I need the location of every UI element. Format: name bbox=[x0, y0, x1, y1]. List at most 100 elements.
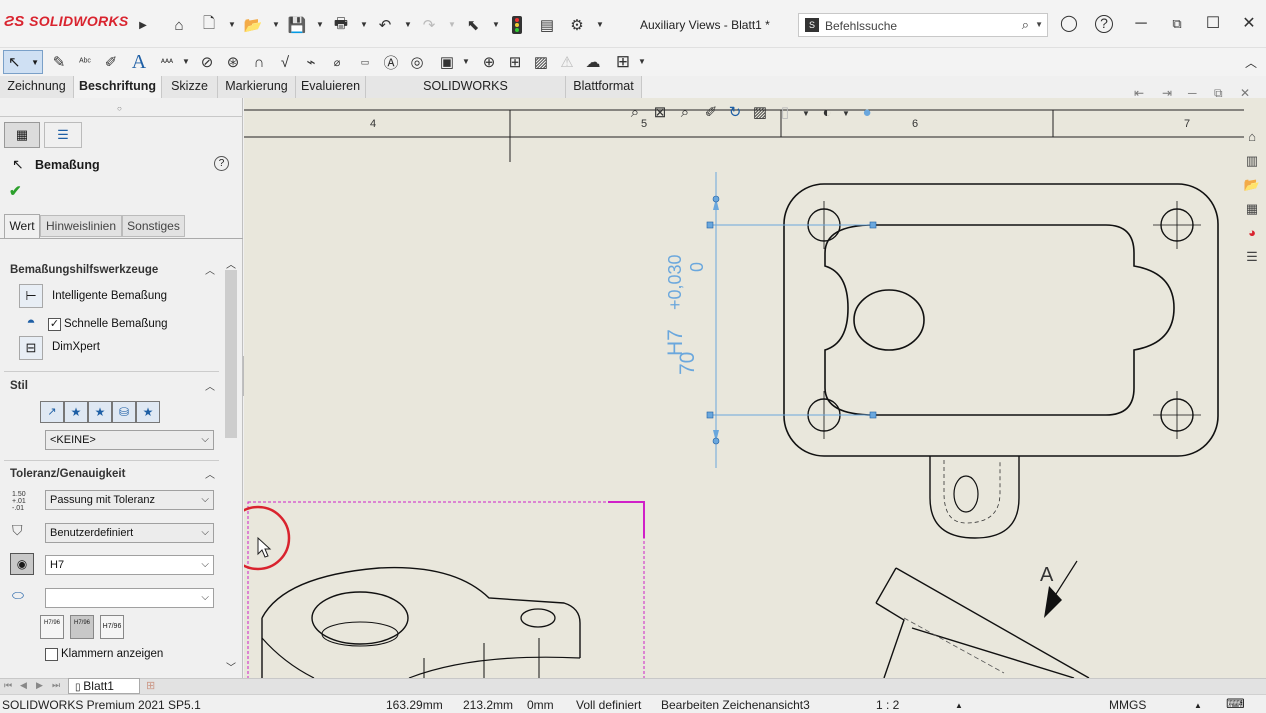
chevron-down-icon[interactable]: ▼ bbox=[1035, 20, 1043, 29]
stacked-fit-format-icon[interactable]: H7/96 bbox=[40, 615, 64, 639]
feature-tree-tab-icon[interactable]: ☰ bbox=[44, 122, 82, 148]
new-document-icon[interactable]: 🗋 bbox=[198, 14, 220, 36]
weld-symbol-icon[interactable]: ⌁ bbox=[300, 51, 322, 73]
datum-target-icon[interactable]: ◎ bbox=[406, 51, 428, 73]
chevron-down-icon[interactable]: ▼ bbox=[448, 20, 456, 29]
drawing-canvas[interactable]: 4 5 6 7 70 H7 +0,030 0 A ⌕ ⊠ ⌕ ✐ ↻ ▨ ▯ ▼… bbox=[244, 86, 1266, 678]
quick-dimension-checkbox[interactable]: ✓ bbox=[48, 318, 61, 331]
dimxpert-icon[interactable]: ⊟ bbox=[19, 336, 43, 360]
scroll-down-arrow-icon[interactable]: ﹀ bbox=[226, 659, 236, 674]
rotate-icon[interactable]: ↻ bbox=[724, 101, 746, 123]
dimension-tolerance[interactable]: +0,030 0 bbox=[664, 254, 708, 310]
model-items-icon[interactable]: ✎ bbox=[48, 51, 70, 73]
subtab-hinweislinien[interactable]: Hinweislinien bbox=[40, 215, 122, 237]
collapse-ribbon-icon[interactable]: ︿ bbox=[1240, 51, 1262, 73]
file-properties-icon[interactable]: ▤ bbox=[536, 14, 558, 36]
minimize-icon[interactable]: ─ bbox=[1188, 86, 1197, 100]
chevron-up-icon[interactable]: ▲ bbox=[1194, 701, 1202, 710]
tab-skizze[interactable]: Skizze bbox=[162, 76, 218, 98]
redo-icon[interactable]: ↷ bbox=[418, 14, 440, 36]
view-palette-icon[interactable]: ▦ bbox=[1241, 198, 1263, 220]
subtab-sonstiges[interactable]: Sonstiges bbox=[122, 215, 185, 237]
rebuild-traffic-light-icon[interactable] bbox=[506, 14, 528, 36]
revision-symbol-icon[interactable]: ⚠ bbox=[556, 51, 578, 73]
ok-checkmark-icon[interactable]: ✔ bbox=[9, 182, 22, 200]
chevron-down-icon[interactable]: ▼ bbox=[404, 20, 412, 29]
command-search-box[interactable]: S Befehlssuche ⌕ ▼ bbox=[798, 13, 1048, 37]
dimension-fit-text[interactable]: H7 bbox=[664, 329, 688, 356]
first-sheet-icon[interactable]: ⏮ bbox=[4, 680, 12, 691]
tolerance-type-select[interactable]: Passung mit Toleranz ⌵ bbox=[45, 490, 214, 510]
rebuild-status-icon[interactable]: ⌨ bbox=[1226, 696, 1245, 712]
style-select[interactable]: <KEINE> ⌵ bbox=[45, 430, 214, 450]
chevron-down-icon[interactable]: ▼ bbox=[31, 58, 39, 67]
linear-fit-format-icon[interactable]: H7/96 bbox=[100, 615, 124, 639]
auto-balloon-icon[interactable]: ⊛ bbox=[222, 51, 244, 73]
chevron-down-icon[interactable]: ▼ bbox=[228, 20, 236, 29]
resources-home-icon[interactable]: ⌂ bbox=[1241, 126, 1263, 148]
design-library-icon[interactable]: ▥ bbox=[1241, 150, 1263, 172]
close-icon[interactable]: ✕ bbox=[1239, 14, 1259, 34]
tile-windows-icon[interactable]: ⧉ bbox=[1167, 14, 1187, 34]
scrollbar-thumb[interactable] bbox=[225, 270, 237, 438]
revision-cloud-icon[interactable]: ☁ bbox=[582, 51, 604, 73]
show-brackets-checkbox[interactable] bbox=[45, 648, 58, 661]
chevron-up-icon[interactable]: ▲ bbox=[955, 701, 963, 710]
restore-icon[interactable]: ⧉ bbox=[1214, 86, 1223, 101]
scene-icon[interactable]: ● bbox=[856, 101, 878, 123]
smart-dimension-label[interactable]: Intelligente Bemaßung bbox=[52, 290, 167, 302]
sheet-scale[interactable]: 1 : 2 bbox=[876, 698, 899, 712]
spell-check-icon[interactable]: ᴬᵇᶜ bbox=[74, 51, 96, 73]
close-icon[interactable]: ✕ bbox=[1240, 86, 1250, 100]
appearances-icon[interactable]: ◕ bbox=[1241, 222, 1263, 244]
smart-dimension-button[interactable]: ↖ ▼ bbox=[3, 50, 43, 74]
edit-appearance-icon[interactable]: ◐ bbox=[816, 101, 838, 123]
tab-evaluieren[interactable]: Evaluieren bbox=[296, 76, 366, 98]
add-sheet-icon[interactable]: ⊞ bbox=[146, 679, 155, 692]
chevron-down-icon[interactable]: ▼ bbox=[492, 20, 500, 29]
delete-style-icon[interactable]: ★ bbox=[88, 401, 112, 423]
subtab-wert[interactable]: Wert bbox=[4, 214, 40, 238]
next-sheet-icon[interactable]: ▶ bbox=[36, 680, 43, 691]
property-manager-tab-icon[interactable]: ▦ bbox=[4, 122, 40, 148]
collapse-chevron-icon[interactable]: ︿ bbox=[205, 378, 215, 393]
chevron-down-icon[interactable]: ▼ bbox=[596, 20, 604, 29]
view-orientation-icon[interactable]: ✐ bbox=[700, 101, 722, 123]
expand-arrow-icon[interactable]: ▶ bbox=[132, 14, 154, 36]
zoom-to-fit-icon[interactable]: ⌕ bbox=[624, 101, 646, 123]
surface-finish-icon[interactable]: √ bbox=[274, 51, 296, 73]
hole-fit-select[interactable]: H7 ⌵ bbox=[45, 555, 214, 575]
next-window-icon[interactable]: ⇥ bbox=[1162, 86, 1172, 100]
zoom-area-icon[interactable]: ⊠ bbox=[649, 101, 671, 123]
tab-solidworks-addins[interactable]: SOLIDWORKS Zusatzanwendungen bbox=[366, 76, 566, 114]
format-painter-icon[interactable]: ✐ bbox=[100, 51, 122, 73]
table-icon[interactable]: ⊞ bbox=[612, 51, 634, 73]
print-icon[interactable]: 🖶 bbox=[330, 14, 352, 36]
blocks-icon[interactable]: ▣ bbox=[436, 51, 458, 73]
open-folder-icon[interactable]: 📂 bbox=[242, 14, 264, 36]
unit-system[interactable]: MMGS bbox=[1109, 698, 1146, 712]
zoom-previous-icon[interactable]: ⌕ bbox=[674, 101, 696, 123]
chevron-down-icon[interactable]: ▼ bbox=[842, 109, 850, 118]
smart-dimension-icon[interactable]: ⊢ bbox=[19, 284, 43, 308]
hide-show-icon[interactable]: ▯ bbox=[774, 101, 796, 123]
chevron-down-icon[interactable]: ▼ bbox=[182, 57, 190, 66]
note-icon[interactable]: A bbox=[128, 51, 150, 73]
file-explorer-icon[interactable]: 📂 bbox=[1241, 174, 1263, 196]
panel-scrollbar[interactable]: ︿ ﹀ bbox=[223, 256, 239, 674]
chevron-down-icon[interactable]: ▼ bbox=[360, 20, 368, 29]
chevron-down-icon[interactable]: ▼ bbox=[638, 57, 646, 66]
center-mark-icon[interactable]: ⊕ bbox=[478, 51, 500, 73]
previous-sheet-icon[interactable]: ◀ bbox=[20, 680, 27, 691]
add-style-icon[interactable]: ★ bbox=[64, 401, 88, 423]
home-icon[interactable]: ⌂ bbox=[168, 14, 190, 36]
hole-callout-icon[interactable]: ⌀ bbox=[326, 51, 348, 73]
maximize-icon[interactable]: ☐ bbox=[1203, 14, 1223, 34]
tab-blattformat[interactable]: Blattformat bbox=[566, 76, 642, 98]
load-style-icon[interactable]: ★ bbox=[136, 401, 160, 423]
tab-markierung[interactable]: Markierung bbox=[218, 76, 296, 98]
linear-note-pattern-icon[interactable]: ᴬᴬᴬ bbox=[156, 51, 178, 73]
custom-properties-icon[interactable]: ☰ bbox=[1241, 246, 1263, 268]
area-hatch-icon[interactable]: ▨ bbox=[530, 51, 552, 73]
quick-dimension-label[interactable]: Schnelle Bemaßung bbox=[64, 318, 168, 330]
